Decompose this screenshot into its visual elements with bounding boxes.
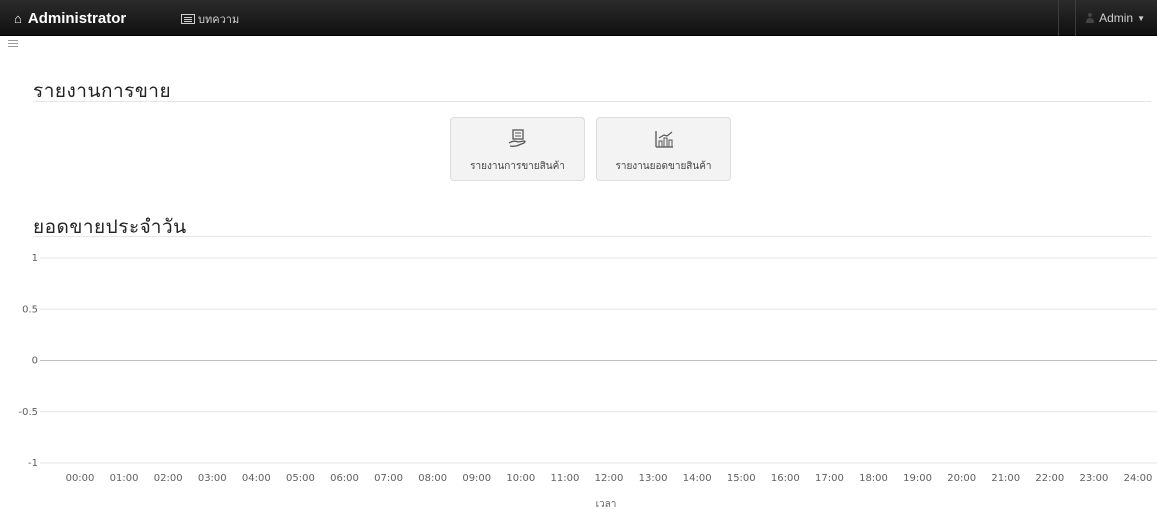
x-tick-label: 03:00 bbox=[198, 473, 227, 484]
x-tick-label: 07:00 bbox=[374, 473, 403, 484]
home-icon: ⌂ bbox=[14, 10, 22, 26]
product-sales-report-button[interactable]: รายงานการขายสินค้า bbox=[450, 117, 585, 181]
x-tick-label: 00:00 bbox=[66, 473, 95, 484]
x-tick-label: 11:00 bbox=[551, 473, 580, 484]
y-tick-label: 0 bbox=[32, 356, 38, 367]
x-tick-label: 16:00 bbox=[771, 473, 800, 484]
user-icon bbox=[1085, 13, 1095, 23]
nav-articles-link[interactable]: บทความ bbox=[181, 11, 239, 27]
x-tick-label: 10:00 bbox=[506, 473, 535, 484]
y-tick-label: 1 bbox=[32, 253, 38, 264]
x-tick-label: 18:00 bbox=[859, 473, 888, 484]
x-tick-label: 20:00 bbox=[947, 473, 976, 484]
x-tick-label: 06:00 bbox=[330, 473, 359, 484]
product-sales-total-report-button[interactable]: รายงานยอดขายสินค้า bbox=[596, 117, 731, 181]
daily-sales-title: ยอดขายประจำวัน bbox=[33, 216, 187, 238]
y-tick-label: 0.5 bbox=[22, 304, 38, 315]
x-tick-label: 22:00 bbox=[1035, 473, 1064, 484]
daily-sales-chart: 1 0.5 0 -0.5 -1 00:00 01:00 02:00 03:00 04:00 05:0… bbox=[18, 253, 1157, 510]
x-tick-label: 09:00 bbox=[462, 473, 491, 484]
x-tick-label: 13:00 bbox=[639, 473, 668, 484]
bar-chart-icon bbox=[654, 131, 673, 148]
nav-articles-label: บทความ bbox=[198, 13, 240, 26]
x-tick-label: 23:00 bbox=[1080, 473, 1109, 484]
x-tick-label: 05:00 bbox=[286, 473, 315, 484]
x-tick-label: 02:00 bbox=[154, 473, 183, 484]
x-tick-label: 21:00 bbox=[991, 473, 1020, 484]
product-sales-total-report-label: รายงานยอดขายสินค้า bbox=[615, 161, 712, 172]
y-tick-label: -0.5 bbox=[18, 407, 38, 418]
x-tick-label: 17:00 bbox=[815, 473, 844, 484]
y-tick-label: -1 bbox=[28, 458, 38, 469]
section-divider bbox=[33, 101, 1151, 102]
nav-divider bbox=[1058, 0, 1059, 36]
x-tick-label: 01:00 bbox=[110, 473, 139, 484]
user-menu[interactable]: Admin ▼ bbox=[1085, 10, 1145, 26]
x-tick-label: 12:00 bbox=[595, 473, 624, 484]
sidebar-toggle-button[interactable] bbox=[8, 40, 18, 47]
nav-divider bbox=[1075, 0, 1076, 36]
x-tick-label: 24:00 bbox=[1124, 473, 1153, 484]
section-divider bbox=[33, 236, 1151, 237]
x-tick-label: 04:00 bbox=[242, 473, 271, 484]
article-icon bbox=[181, 14, 195, 24]
brand-label: Administrator bbox=[27, 9, 127, 27]
brand-link[interactable]: ⌂ Administrator bbox=[14, 8, 126, 28]
x-tick-label: 15:00 bbox=[727, 473, 756, 484]
x-tick-label: 19:00 bbox=[903, 473, 932, 484]
x-axis-label: เวลา bbox=[596, 499, 617, 510]
chevron-down-icon: ▼ bbox=[1137, 13, 1145, 23]
money-hand-icon bbox=[508, 129, 526, 147]
user-name: Admin bbox=[1099, 11, 1134, 25]
top-navbar: ⌂ Administrator บทความ Admin ▼ bbox=[0, 0, 1157, 36]
product-sales-report-label: รายงานการขายสินค้า bbox=[470, 161, 565, 172]
x-tick-label: 08:00 bbox=[418, 473, 447, 484]
x-tick-label: 14:00 bbox=[683, 473, 712, 484]
